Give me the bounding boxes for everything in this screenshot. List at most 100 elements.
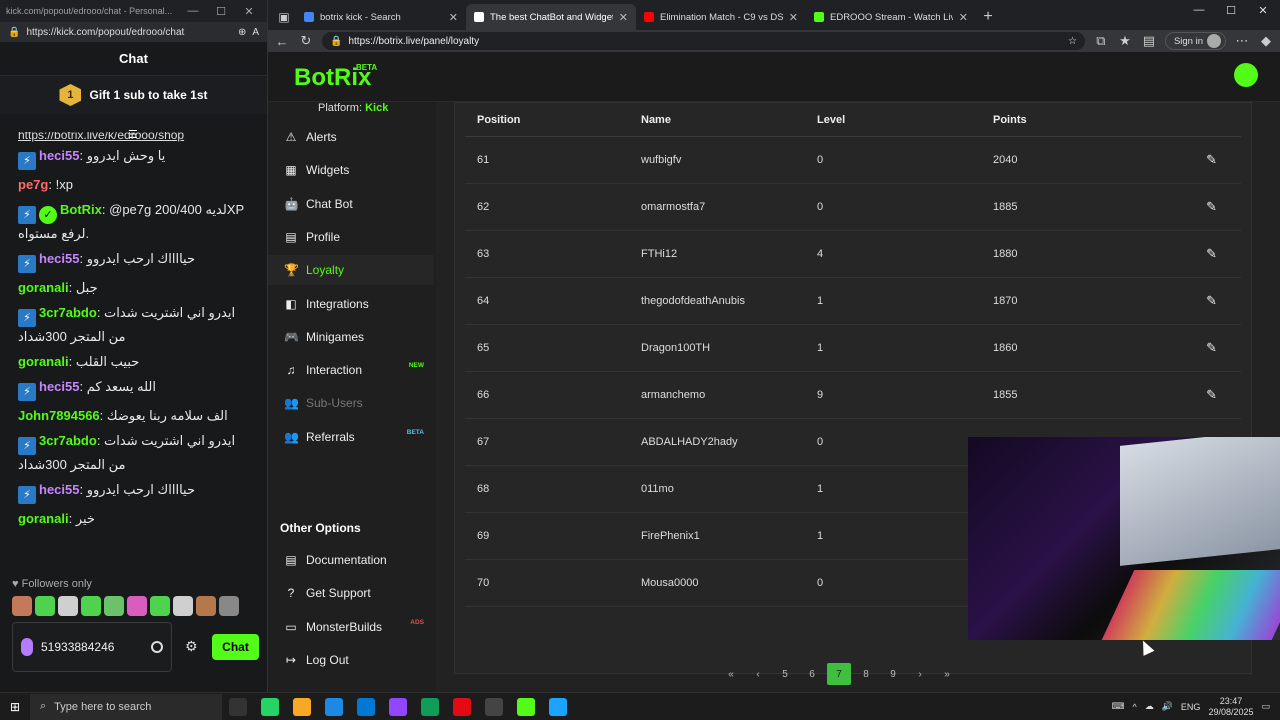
chat-username[interactable]: heci55 (39, 379, 79, 394)
emote-icon[interactable] (196, 596, 216, 616)
maximize-icon[interactable]: ☐ (1218, 4, 1244, 17)
new-tab-icon[interactable]: + (976, 4, 1000, 30)
sidebar-item-chat-bot[interactable]: 🤖 Chat Bot (268, 189, 434, 219)
taskbar-app-icon[interactable] (485, 697, 503, 716)
sidebar-item-profile[interactable]: ▤ Profile (268, 222, 434, 252)
windows-start-icon[interactable]: ⊞ (0, 700, 30, 714)
chat-username[interactable]: heci55 (39, 482, 79, 497)
taskbar-app-icon[interactable] (357, 697, 375, 716)
emote-icon[interactable] (104, 596, 124, 616)
chat-link[interactable]: https://botrix.live/k/edrooo/shop (18, 132, 252, 142)
tab-close-icon[interactable]: ✕ (619, 11, 628, 24)
sidebar-item-get-support[interactable]: ? Get Support (268, 578, 434, 608)
emote-icon[interactable] (81, 596, 101, 616)
mic-icon[interactable] (21, 638, 33, 656)
taskbar-app-icon[interactable] (549, 697, 567, 716)
taskbar-app-icon[interactable] (453, 697, 471, 716)
clock[interactable]: 23:47 29/08/2025 (1208, 696, 1253, 718)
page-9-button[interactable]: 9 (881, 663, 905, 685)
sidebar-item-sub-users[interactable]: 👥 Sub-Users (268, 388, 434, 418)
chat-username[interactable]: heci55 (39, 148, 79, 163)
favorite-star-icon[interactable]: ☆ (1068, 36, 1077, 47)
more-menu-icon[interactable]: ⋯ (1234, 33, 1250, 49)
taskbar-app-icon[interactable] (261, 697, 279, 716)
emoji-icon[interactable] (151, 641, 163, 653)
sidebar-item-referrals[interactable]: 👥 Referrals BETA (268, 422, 434, 452)
tab-close-icon[interactable]: ✕ (449, 11, 458, 24)
taskbar-search[interactable]: ⌕ Type here to search (30, 693, 222, 720)
volume-icon[interactable]: 🔊 (1162, 701, 1173, 712)
tray-overflow-icon[interactable]: ^ (1132, 702, 1136, 712)
url-field[interactable]: 🔒 https://botrix.live/panel/loyalty ☆ (322, 32, 1085, 50)
language-indicator[interactable]: ENG (1181, 702, 1201, 712)
chat-username[interactable]: 3cr7abdo (39, 305, 97, 320)
browser-tab[interactable]: botrix kick - Search ✕ (296, 4, 466, 30)
emote-icon[interactable] (127, 596, 147, 616)
emote-icon[interactable] (35, 596, 55, 616)
header-points[interactable]: Points (993, 114, 1169, 126)
page-next-button[interactable]: › (908, 663, 932, 685)
sidebar-item-widgets[interactable]: ▦ Widgets (268, 155, 434, 185)
chat-username[interactable]: John7894566 (18, 408, 100, 423)
sidebar-item-documentation[interactable]: ▤ Documentation (268, 545, 434, 575)
tab-close-icon[interactable]: ✕ (789, 11, 798, 24)
sidebar-item-interaction[interactable]: ♫ Interaction NEW (268, 355, 434, 385)
user-avatar[interactable] (1234, 63, 1258, 87)
zoom-icon[interactable]: ⊕ (238, 27, 246, 38)
page-6-button[interactable]: 6 (800, 663, 824, 685)
chat-settings-gear-icon[interactable]: ⚙ (185, 638, 198, 655)
edit-pencil-icon[interactable]: ✎ (1169, 199, 1241, 215)
chat-username[interactable]: goranali (18, 511, 69, 526)
sidebar-item-loyalty[interactable]: 🏆 Loyalty (268, 255, 434, 286)
task-view-icon[interactable] (229, 697, 247, 716)
url-text[interactable]: https://botrix.live/panel/loyalty (348, 36, 1062, 47)
page-last-button[interactable]: » (935, 663, 959, 685)
maximize-icon[interactable]: ☐ (209, 5, 233, 18)
close-icon[interactable]: ✕ (1250, 4, 1276, 17)
minimize-icon[interactable]: — (181, 5, 205, 17)
sidebar-item-log-out[interactable]: ↦ Log Out (268, 645, 434, 675)
emote-icon[interactable] (219, 596, 239, 616)
sidebar-item-alerts[interactable]: ⚠ Alerts (268, 122, 434, 152)
send-chat-button[interactable]: Chat (212, 634, 259, 660)
gift-sub-banner[interactable]: 1 Gift 1 sub to take 1st (0, 76, 267, 114)
tab-actions-icon[interactable]: ▣ (272, 4, 296, 30)
header-position[interactable]: Position (465, 114, 641, 126)
edit-pencil-icon[interactable]: ✎ (1169, 387, 1241, 403)
edit-pencil-icon[interactable]: ✎ (1169, 340, 1241, 356)
sign-in-button[interactable]: Sign in (1164, 32, 1226, 50)
keyboard-icon[interactable]: ⌨ (1111, 701, 1124, 712)
page-7-button[interactable]: 7 (827, 663, 851, 685)
chat-username[interactable]: BotRix (60, 202, 102, 217)
page-prev-button[interactable]: ‹ (746, 663, 770, 685)
chat-input[interactable]: 51933884246 (12, 622, 172, 672)
taskbar-app-icon[interactable] (325, 697, 343, 716)
chat-username[interactable]: 3cr7abdo (39, 433, 97, 448)
refresh-icon[interactable]: ↻ (298, 33, 314, 49)
chat-username[interactable]: goranali (18, 280, 69, 295)
minimize-icon[interactable]: — (1186, 4, 1212, 17)
taskbar-app-icon[interactable] (517, 697, 535, 716)
page-8-button[interactable]: 8 (854, 663, 878, 685)
edit-pencil-icon[interactable]: ✎ (1169, 152, 1241, 168)
emote-icon[interactable] (173, 596, 193, 616)
popout-addressbar[interactable]: 🔒 https://kick.com/popout/edrooo/chat ⊕ … (0, 22, 267, 42)
cloud-icon[interactable]: ☁ (1145, 701, 1154, 712)
notifications-icon[interactable]: ▭ (1261, 701, 1270, 712)
popout-url[interactable]: https://kick.com/popout/edrooo/chat (26, 27, 231, 38)
browser-tab[interactable]: EDROOO Stream - Watch Live on ✕ (806, 4, 976, 30)
chat-username[interactable]: goranali (18, 354, 69, 369)
header-name[interactable]: Name (641, 114, 817, 126)
edit-pencil-icon[interactable]: ✎ (1169, 293, 1241, 309)
browser-tab[interactable]: Elimination Match - C9 vs DSG - 2 ✕ (636, 4, 806, 30)
back-icon[interactable]: ← (274, 34, 290, 49)
sidebar-item-monsterbuilds[interactable]: ▭ MonsterBuilds ADS (268, 612, 434, 642)
site-info-icon[interactable]: 🔒 (330, 36, 342, 47)
chat-username[interactable]: heci55 (39, 251, 79, 266)
collections-icon[interactable]: ▤ (1141, 33, 1157, 49)
edit-pencil-icon[interactable]: ✎ (1169, 246, 1241, 262)
chat-username[interactable]: pe7g (18, 177, 48, 192)
taskbar-app-icon[interactable] (389, 697, 407, 716)
sidebar-item-integrations[interactable]: ◧ Integrations (268, 289, 434, 319)
page-first-button[interactable]: « (719, 663, 743, 685)
